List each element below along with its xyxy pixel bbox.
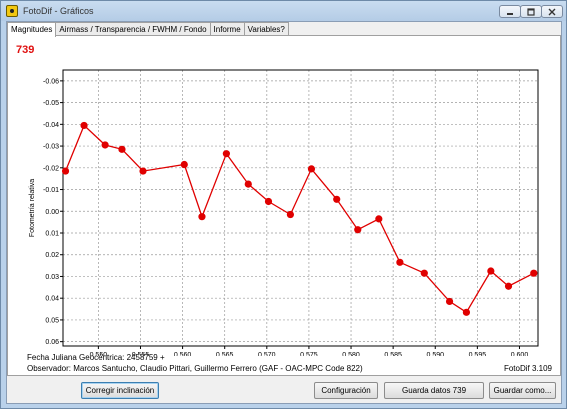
chart-grid (63, 70, 538, 346)
chart-series (61, 121, 538, 316)
x-tick-label: 0.595 (469, 352, 487, 356)
y-tick-label: -0.02 (43, 165, 59, 172)
x-tick-label: 0.600 (511, 352, 529, 356)
data-point (462, 308, 471, 316)
y-tick-label: 0.00 (45, 209, 59, 216)
data-point (445, 297, 454, 306)
y-tick-label: -0.06 (43, 78, 59, 85)
data-point (198, 213, 206, 221)
data-point (139, 167, 147, 175)
minimize-icon (507, 12, 513, 15)
data-point (420, 269, 428, 277)
y-axis-title: Fotometría relativa (29, 179, 36, 237)
y-tick-label: -0.03 (43, 144, 59, 151)
correct-tilt-button[interactable]: Corregir inclinación (81, 382, 159, 399)
data-point (264, 197, 273, 206)
magnitude-chart: -0.06 -0.05 -0.04 -0.03 -0.02 -0.01 0.00 0.01 0.… (29, 69, 539, 356)
title-bar: FotoDif - Gráficos (1, 1, 566, 21)
tab-informe[interactable]: Informe (209, 22, 245, 36)
observer-label: Observador: Marcos Santucho, Claudio Pit… (27, 364, 363, 373)
save-data-button[interactable]: Guarda datos 739 (384, 382, 484, 399)
plot-frame (62, 69, 539, 347)
data-point (307, 165, 316, 173)
data-point (354, 226, 362, 234)
app-window: FotoDif - Gráficos Magnitudes Airmass / … (0, 0, 567, 409)
tab-variables[interactable]: Variables? (243, 22, 289, 36)
tab-airmass[interactable]: Airmass / Transparencia / FWHM / Fondo (55, 22, 211, 36)
x-tick-label: 0.575 (300, 352, 318, 356)
x-tick-label: 0.580 (342, 352, 360, 356)
y-tick-label: -0.04 (43, 122, 59, 129)
x-tick-label: 0.585 (384, 352, 402, 356)
y-tick-label: 0.03 (45, 274, 59, 281)
data-point (61, 167, 70, 175)
data-point (222, 150, 230, 158)
y-axis: -0.06 -0.05 -0.04 -0.03 -0.02 -0.01 0.00 0.01 0.… (43, 78, 63, 346)
configuration-button[interactable]: Configuración (314, 382, 378, 399)
y-tick-label: 0.01 (45, 230, 59, 237)
x-tick-label: 0.570 (258, 352, 276, 356)
data-point (530, 269, 538, 277)
tab-bar: Magnitudes Airmass / Transparencia / FWH… (7, 22, 289, 37)
tab-magnitudes[interactable]: Magnitudes (7, 22, 57, 37)
client-area: Magnitudes Airmass / Transparencia / FWH… (6, 21, 562, 404)
maximize-icon (527, 7, 535, 16)
maximize-button[interactable] (520, 5, 542, 18)
series-line (64, 124, 535, 314)
data-point (375, 215, 383, 223)
minimize-button[interactable] (499, 5, 521, 18)
data-point (504, 282, 513, 290)
y-tick-label: 0.04 (45, 296, 59, 303)
version-label: FotoDif 3.109 (503, 364, 552, 373)
data-point (80, 121, 88, 130)
y-tick-label: 0.02 (45, 252, 59, 259)
data-point (101, 141, 109, 149)
data-point (286, 210, 294, 219)
window-title: FotoDif - Gráficos (23, 6, 94, 16)
save-as-button[interactable]: Guardar como... (489, 382, 556, 399)
y-tick-label: 0.05 (45, 317, 59, 324)
data-point (180, 160, 188, 169)
x-tick-label: 0.590 (426, 352, 444, 356)
y-tick-label: 0.06 (45, 339, 59, 346)
julian-date-label: Fecha Juliana Geocéntrica: 2458759 + (27, 353, 165, 362)
data-point (487, 267, 495, 275)
data-point (244, 180, 252, 188)
x-tick-label: 0.565 (216, 352, 234, 356)
data-point (396, 258, 404, 266)
fotodif-app-icon (6, 5, 18, 17)
magnitudes-panel: 739 -0.06 -0.05 -0.04 -0.03 -0.02 -0.01 0.00 0.… (7, 35, 561, 376)
y-tick-label: -0.01 (43, 187, 59, 194)
x-tick-label: 0.560 (174, 352, 192, 356)
close-icon (548, 8, 556, 15)
data-point (333, 195, 341, 203)
data-point (118, 145, 126, 153)
y-tick-label: -0.05 (43, 100, 59, 107)
close-button[interactable] (541, 5, 563, 18)
